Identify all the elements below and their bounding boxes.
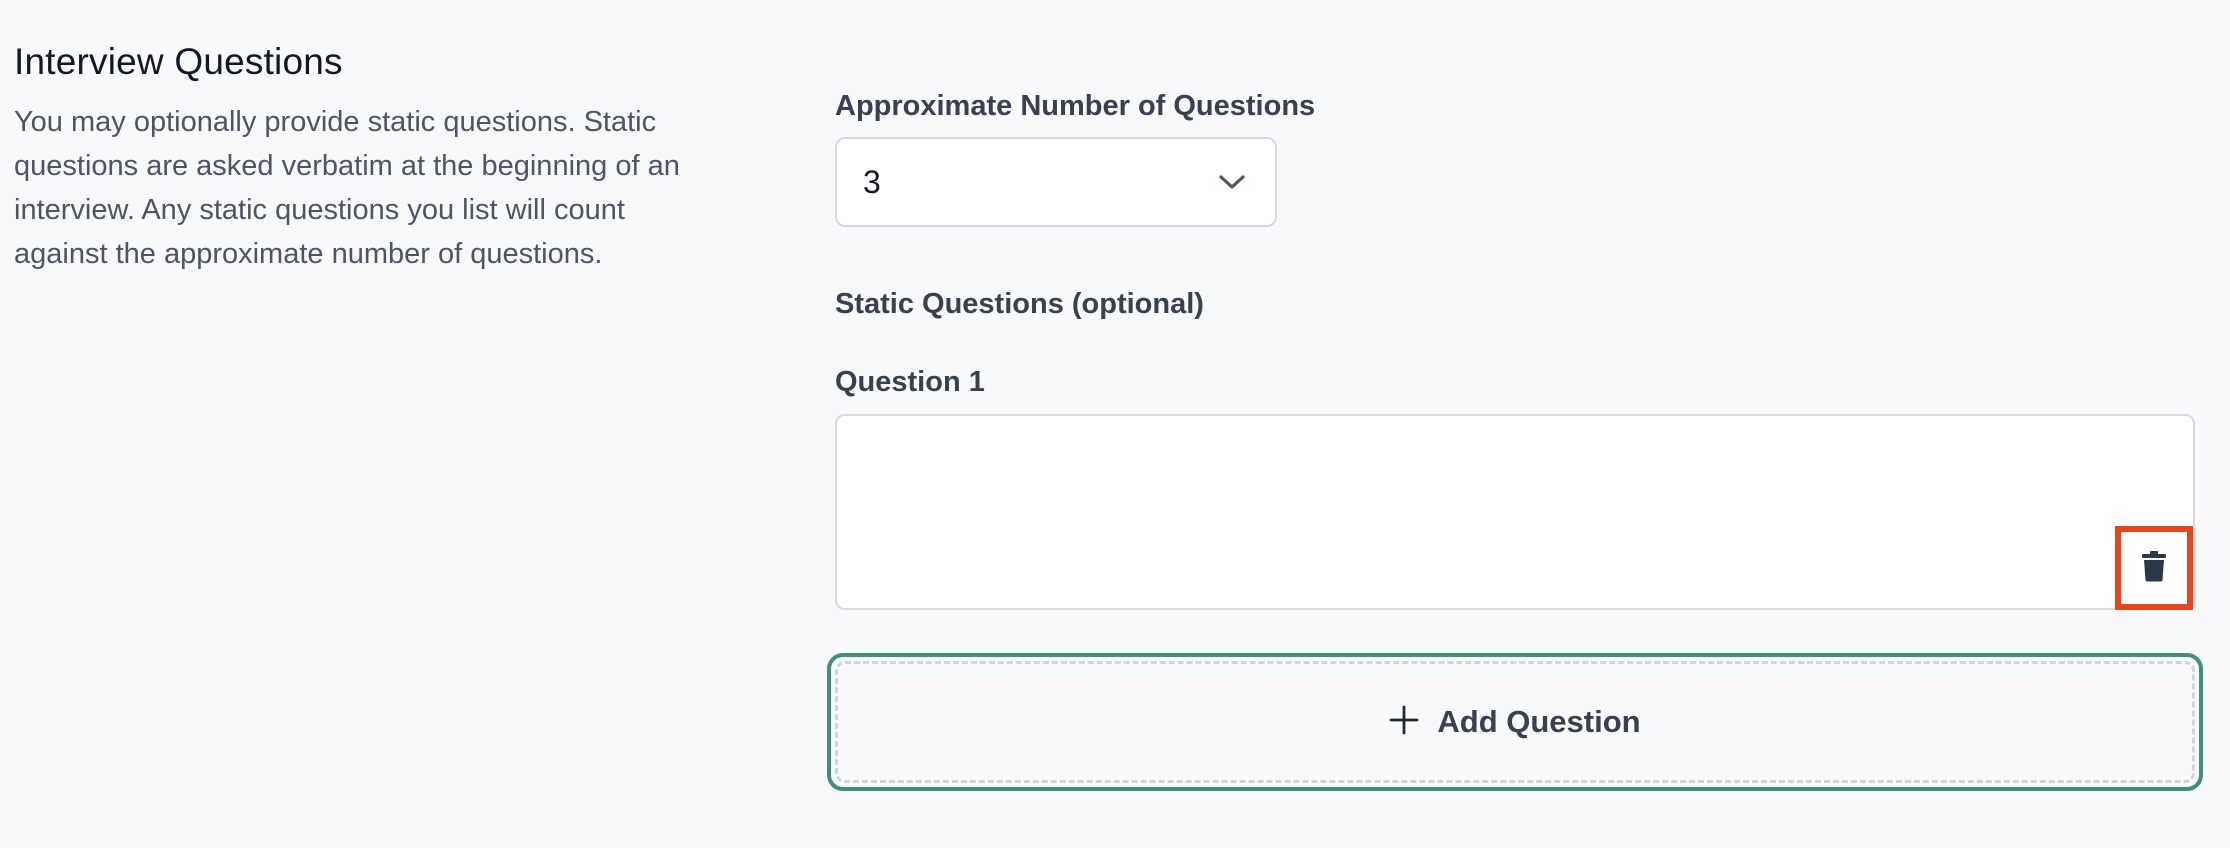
approx-questions-label: Approximate Number of Questions (835, 90, 1316, 122)
question-1-field-wrapper (835, 414, 2195, 610)
question-1-label: Question 1 (835, 366, 985, 398)
add-question-button[interactable]: Add Question (827, 653, 2203, 791)
delete-question-1-button[interactable] (2115, 526, 2193, 610)
section-intro: Interview Questions You may optionally p… (14, 38, 714, 276)
section-title: Interview Questions (14, 41, 343, 82)
static-questions-label: Static Questions (optional) (835, 288, 1204, 320)
section-description: You may optionally provide static questi… (14, 106, 680, 270)
question-1-input[interactable] (837, 416, 2193, 608)
add-question-dropzone: Add Question (835, 661, 2195, 783)
chevron-down-icon (1215, 171, 1249, 193)
approx-questions-select[interactable]: 3 (835, 137, 1277, 227)
trash-icon (2141, 550, 2167, 587)
approx-questions-value: 3 (863, 163, 881, 200)
add-question-label: Add Question (1437, 704, 1641, 739)
plus-icon (1389, 705, 1419, 740)
